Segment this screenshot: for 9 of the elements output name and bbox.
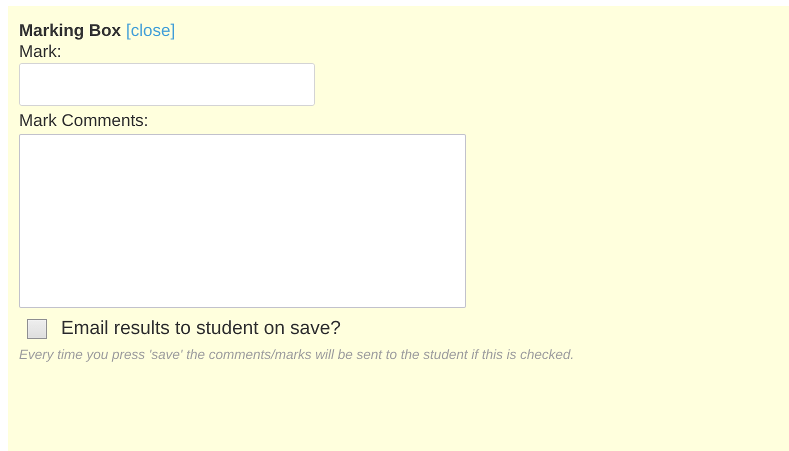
panel-title: Marking Box [19,20,122,41]
mark-label: Mark: [19,41,62,62]
hint-text: Every time you press 'save' the comments/marks will be sent to the student if this is checked. [19,346,576,364]
close-link[interactable]: [close] [126,20,176,41]
email-option-label: Email results to student on save? [61,318,341,340]
email-checkbox[interactable] [27,319,47,339]
mark-input[interactable] [19,63,315,106]
comments-textarea[interactable] [19,134,466,308]
comments-label: Mark Comments: [19,110,150,131]
